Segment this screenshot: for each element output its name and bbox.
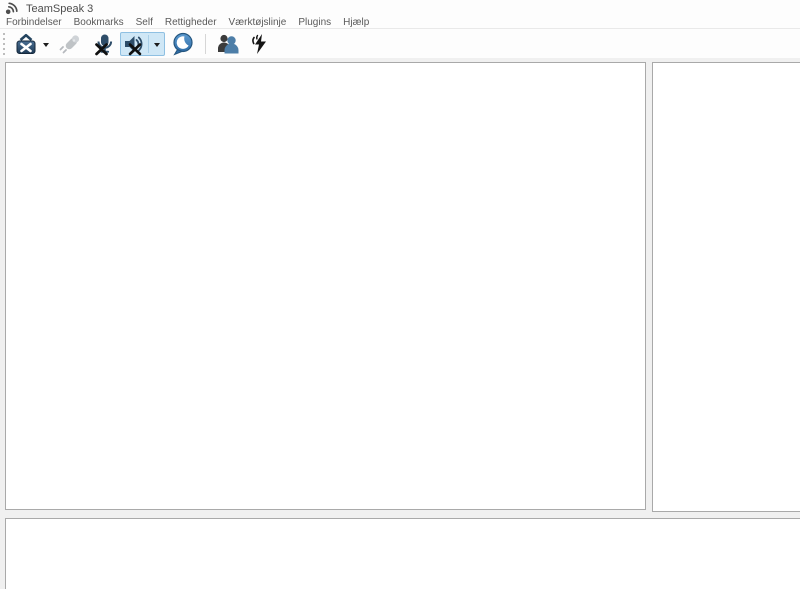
speaker-muted-icon <box>123 32 145 56</box>
connect-dropdown-arrow-icon[interactable] <box>43 43 49 47</box>
mute-speakers-dropdown-arrow-icon[interactable] <box>154 43 160 47</box>
menu-vaerktojslinje[interactable]: Værktøjslinje <box>224 16 292 29</box>
toolbar <box>0 30 800 58</box>
connect-icon <box>13 32 39 56</box>
mute-speakers-button[interactable] <box>120 32 165 56</box>
teamspeak-logo-icon <box>4 2 18 16</box>
push-to-talk-button[interactable] <box>246 32 274 56</box>
menu-bar: Forbindelser Bookmarks Self Rettigheder … <box>0 16 800 29</box>
toolbar-separator <box>205 34 206 54</box>
menu-rettigheder[interactable]: Rettigheder <box>160 16 222 29</box>
connect-button[interactable] <box>10 32 54 56</box>
menu-plugins[interactable]: Plugins <box>293 16 336 29</box>
toolbar-grip[interactable] <box>2 33 5 55</box>
microphone-muted-icon <box>91 32 115 56</box>
chat-panel[interactable] <box>5 518 800 589</box>
disconnect-icon <box>59 32 83 56</box>
contacts-button[interactable] <box>212 32 244 56</box>
disconnect-button <box>56 32 86 56</box>
mute-microphone-button[interactable] <box>88 32 118 56</box>
content-area <box>0 58 800 589</box>
server-tree-panel[interactable] <box>5 62 646 510</box>
teamspeak-window: TeamSpeak 3 Forbindelser Bookmarks Self … <box>0 0 800 589</box>
away-bubble-icon <box>170 32 196 56</box>
menu-bookmarks[interactable]: Bookmarks <box>69 16 129 29</box>
away-button[interactable] <box>167 32 199 56</box>
title-bar: TeamSpeak 3 <box>0 0 800 16</box>
menu-hjaelp[interactable]: Hjælp <box>338 16 374 29</box>
window-title: TeamSpeak 3 <box>26 1 93 15</box>
menu-forbindelser[interactable]: Forbindelser <box>1 16 67 29</box>
contacts-icon <box>215 32 241 56</box>
dropdown-divider <box>148 35 149 53</box>
info-panel <box>652 62 800 512</box>
spark-icon <box>249 32 271 56</box>
menu-self[interactable]: Self <box>131 16 158 29</box>
